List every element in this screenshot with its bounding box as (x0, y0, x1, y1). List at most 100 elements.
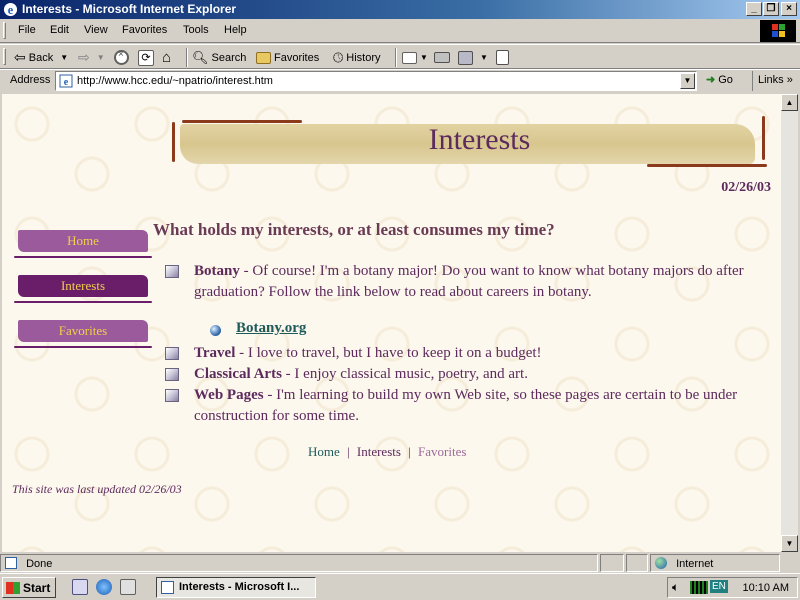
forward-arrow-icon: ⇨ (78, 49, 90, 65)
forward-dropdown-icon[interactable]: ▼ (97, 53, 105, 62)
status-bar: Done Internet (0, 553, 800, 573)
address-bar: Address e http://www.hcc.edu/~npatrio/in… (0, 69, 800, 92)
standard-toolbar: ⇦ Back ▼ ⇨ ▼ × ⟳ ⌂ 🔍︎ Search Favorites 🕓… (0, 44, 800, 69)
toolbar-separator (395, 48, 397, 67)
nav-interests-button[interactable]: Interests (14, 275, 152, 303)
minimize-button[interactable]: _ (746, 2, 762, 16)
restore-button[interactable]: ❐ (763, 2, 779, 16)
menu-favorites[interactable]: Favorites (122, 24, 167, 36)
search-label: Search (211, 51, 247, 64)
menu-edit[interactable]: Edit (50, 24, 69, 36)
list-item: Botany - Of course! I'm a botany major! … (165, 261, 765, 303)
back-arrow-icon: ⇦ (14, 49, 26, 65)
history-label: History (346, 51, 381, 64)
network-meter-icon[interactable] (690, 581, 708, 594)
item-title: Travel (194, 345, 236, 361)
list-item: Travel - I love to travel, but I have to… (165, 343, 765, 364)
mail-dropdown-icon[interactable]: ▼ (420, 53, 428, 62)
refresh-icon: ⟳ (138, 49, 154, 66)
page-icon: e (59, 74, 73, 88)
task-button-interests[interactable]: Interests - Microsoft I... (156, 577, 316, 598)
close-button[interactable]: × (781, 2, 797, 16)
printer-icon (434, 52, 450, 63)
nav-home-label: Home (67, 233, 99, 248)
favorites-button[interactable]: Favorites (256, 48, 319, 67)
address-dropdown-icon[interactable]: ▼ (680, 73, 695, 89)
security-zone-pane: Internet (650, 554, 780, 572)
mail-button[interactable]: ▼ (402, 48, 428, 67)
page-viewport[interactable]: Interests 02/26/03 What holds my interes… (2, 94, 781, 552)
bullet-icon (165, 265, 179, 278)
favorites-label: Favorites (274, 51, 320, 64)
stop-button[interactable]: × (114, 48, 129, 67)
address-url: http://www.hcc.edu/~npatrio/interest.htm (77, 75, 273, 87)
discuss-button[interactable] (496, 48, 509, 67)
stop-icon: × (114, 49, 129, 65)
bullet-icon (165, 389, 179, 402)
footer-favorites-link[interactable]: Favorites (418, 444, 466, 459)
volume-icon[interactable]: 🔈︎ (672, 580, 679, 595)
back-dropdown-icon[interactable]: ▼ (60, 53, 68, 62)
edit-dropdown-icon[interactable]: ▼ (480, 53, 488, 62)
back-label: Back (28, 51, 54, 64)
refresh-button[interactable]: ⟳ (138, 48, 154, 67)
windows-logo-icon (760, 20, 796, 42)
edit-button[interactable]: ▼ (458, 48, 488, 67)
footer-home-link[interactable]: Home (308, 444, 340, 459)
search-button[interactable]: 🔍︎ Search (192, 48, 246, 67)
discuss-icon (496, 50, 509, 65)
outlook-express-icon[interactable] (120, 579, 136, 595)
home-button[interactable]: ⌂ (162, 48, 171, 67)
bullet-icon (165, 347, 179, 360)
nav-favorites-label: Favorites (58, 323, 108, 338)
menu-tools[interactable]: Tools (183, 24, 209, 36)
language-indicator[interactable]: EN (710, 580, 728, 593)
status-text: Done (26, 558, 53, 570)
go-arrow-icon: ➜ (706, 74, 716, 86)
menu-help[interactable]: Help (224, 24, 247, 36)
address-input[interactable]: e http://www.hcc.edu/~npatrio/interest.h… (55, 71, 697, 91)
menu-file[interactable]: File (18, 24, 36, 36)
nav-favorites-button[interactable]: Favorites (14, 320, 152, 348)
menu-grip (3, 22, 6, 39)
page-date: 02/26/03 (721, 180, 771, 195)
status-pane-empty (600, 554, 624, 572)
go-button[interactable]: ➜ Go (706, 73, 733, 87)
list-item: Web Pages - I'm learning to build my own… (165, 385, 765, 427)
start-button[interactable]: Start (2, 577, 56, 598)
links-label: Links (758, 74, 784, 86)
footer-separator: | (347, 444, 350, 459)
forward-button[interactable]: ⇨ ▼ (78, 48, 105, 67)
scroll-down-icon[interactable]: ▼ (781, 535, 798, 552)
history-icon: 🕓︎ (333, 49, 344, 65)
svg-text:e: e (64, 77, 69, 88)
item-title: Classical Arts (194, 366, 282, 382)
home-icon: ⌂ (162, 49, 172, 66)
back-button[interactable]: ⇦ Back ▼ (14, 48, 68, 67)
nav-home-button[interactable]: Home (14, 230, 152, 258)
clock: 10:10 AM (742, 582, 789, 594)
botany-org-link[interactable]: Botany.org (236, 320, 306, 337)
round-bullet-icon (210, 325, 221, 336)
print-button[interactable] (434, 48, 450, 67)
page-banner: Interests (172, 114, 767, 167)
task-ie-icon (161, 581, 174, 594)
footer-interests-link[interactable]: Interests (357, 444, 401, 459)
scroll-up-icon[interactable]: ▲ (781, 94, 798, 111)
links-button[interactable]: Links » (752, 71, 793, 91)
menu-view[interactable]: View (84, 24, 108, 36)
item-description: - Of course! I'm a botany major! Do you … (194, 263, 744, 300)
mail-icon (402, 51, 417, 64)
start-label: Start (23, 580, 51, 595)
history-button[interactable]: 🕓︎ History (333, 48, 381, 67)
status-page-icon (5, 557, 17, 569)
internet-explorer-quicklaunch-icon[interactable] (96, 579, 112, 595)
go-label: Go (718, 73, 733, 86)
item-title: Web Pages (194, 387, 264, 403)
svg-text:e: e (8, 3, 14, 17)
nav-underline (14, 346, 152, 348)
window-title-bar[interactable]: e Interests - Microsoft Internet Explore… (0, 0, 800, 19)
internet-explorer-icon: e (3, 2, 18, 17)
vertical-scrollbar[interactable]: ▲ ▼ (781, 94, 798, 552)
show-desktop-icon[interactable] (72, 579, 88, 595)
